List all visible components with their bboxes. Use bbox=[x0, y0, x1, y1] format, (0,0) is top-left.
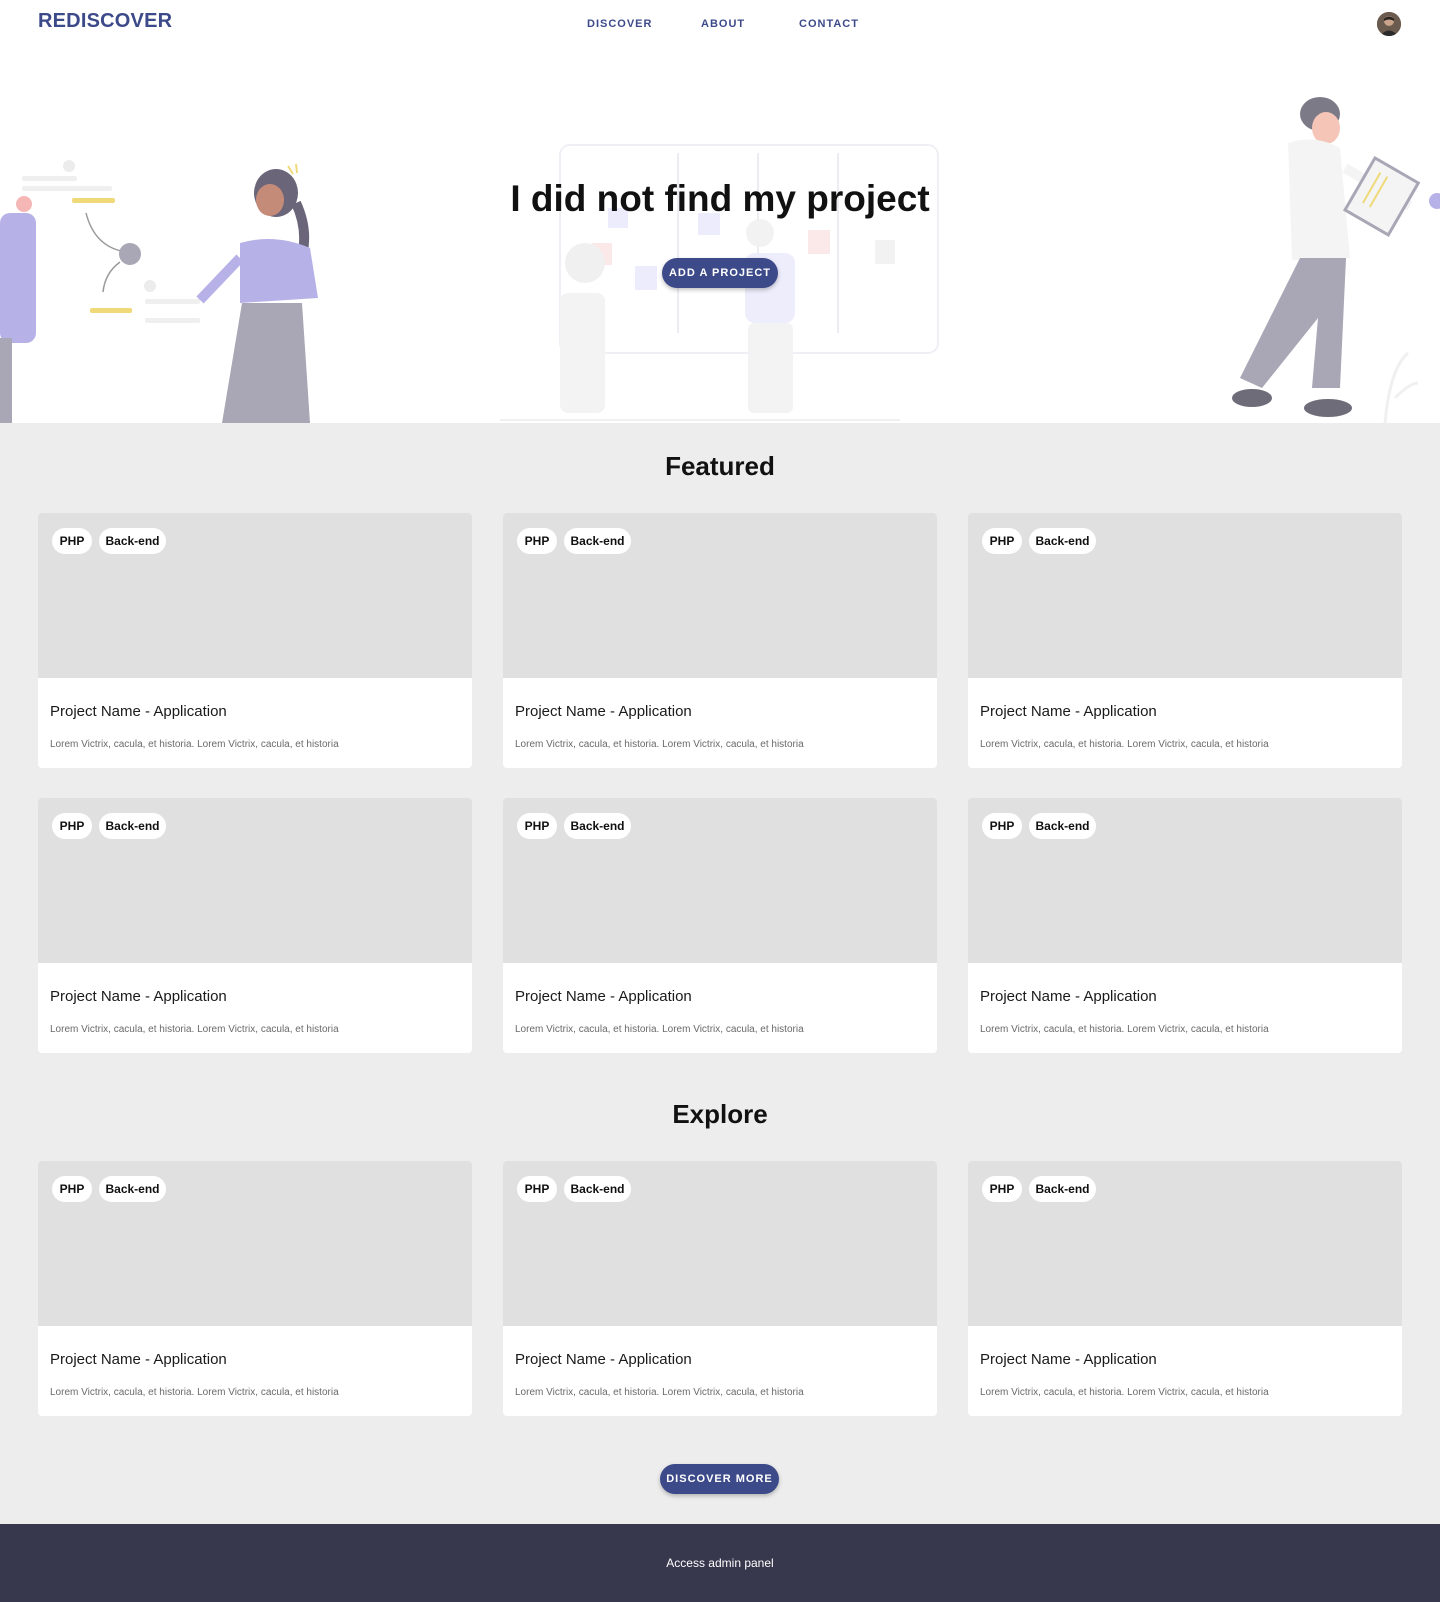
project-name[interactable]: Project Name - Application bbox=[515, 1351, 692, 1368]
project-name[interactable]: Project Name - Application bbox=[515, 703, 692, 720]
tag-back-end[interactable]: Back-end bbox=[99, 813, 166, 839]
project-thumbnail: PHP Back-end bbox=[968, 513, 1402, 678]
project-description: Lorem Victrix, cacula, et historia. Lore… bbox=[980, 1387, 1269, 1398]
project-thumbnail: PHP Back-end bbox=[38, 513, 472, 678]
explore-section-title: Explore bbox=[672, 1099, 768, 1129]
project-name[interactable]: Project Name - Application bbox=[980, 988, 1157, 1005]
hero-section: I did not find my project ADD A PROJECT bbox=[0, 48, 1440, 423]
project-card[interactable]: PHP Back-end Project Name - Application … bbox=[968, 513, 1402, 768]
nav-discover-link[interactable]: DISCOVER bbox=[587, 18, 652, 30]
tag-back-end[interactable]: Back-end bbox=[99, 1176, 166, 1202]
tag-back-end[interactable]: Back-end bbox=[564, 813, 631, 839]
project-description: Lorem Victrix, cacula, et historia. Lore… bbox=[50, 1387, 339, 1398]
project-thumbnail: PHP Back-end bbox=[968, 1161, 1402, 1326]
project-card[interactable]: PHP Back-end Project Name - Application … bbox=[503, 513, 937, 768]
tag-php[interactable]: PHP bbox=[982, 1176, 1022, 1202]
tag-php[interactable]: PHP bbox=[982, 813, 1022, 839]
tag-back-end[interactable]: Back-end bbox=[1029, 528, 1096, 554]
tag-back-end[interactable]: Back-end bbox=[1029, 1176, 1096, 1202]
tag-back-end[interactable]: Back-end bbox=[564, 1176, 631, 1202]
admin-panel-link[interactable]: Access admin panel bbox=[0, 1556, 1440, 1570]
project-thumbnail: PHP Back-end bbox=[38, 798, 472, 963]
hero-illustration bbox=[0, 97, 1440, 423]
hero-title: I did not find my project bbox=[510, 178, 930, 219]
tag-php[interactable]: PHP bbox=[517, 813, 557, 839]
project-name[interactable]: Project Name - Application bbox=[50, 988, 227, 1005]
nav-about-link[interactable]: ABOUT bbox=[701, 18, 745, 30]
project-description: Lorem Victrix, cacula, et historia. Lore… bbox=[50, 739, 339, 750]
discover-more-button[interactable]: DISCOVER MORE bbox=[660, 1464, 779, 1494]
project-description: Lorem Victrix, cacula, et historia. Lore… bbox=[515, 1024, 804, 1035]
tag-php[interactable]: PHP bbox=[982, 528, 1022, 554]
project-name[interactable]: Project Name - Application bbox=[50, 703, 227, 720]
tag-php[interactable]: PHP bbox=[52, 813, 92, 839]
project-description: Lorem Victrix, cacula, et historia. Lore… bbox=[515, 739, 804, 750]
main-nav: DISCOVER ABOUT CONTACT bbox=[0, 18, 1440, 34]
project-thumbnail: PHP Back-end bbox=[503, 1161, 937, 1326]
project-card[interactable]: PHP Back-end Project Name - Application … bbox=[38, 1161, 472, 1416]
project-card[interactable]: PHP Back-end Project Name - Application … bbox=[503, 798, 937, 1053]
project-description: Lorem Victrix, cacula, et historia. Lore… bbox=[50, 1024, 339, 1035]
project-card[interactable]: PHP Back-end Project Name - Application … bbox=[503, 1161, 937, 1416]
footer: Access admin panel bbox=[0, 1524, 1440, 1602]
user-avatar[interactable] bbox=[1377, 12, 1401, 36]
add-project-button[interactable]: ADD A PROJECT bbox=[662, 258, 778, 288]
project-name[interactable]: Project Name - Application bbox=[980, 703, 1157, 720]
top-navigation-bar: REDISCOVER DISCOVER ABOUT CONTACT bbox=[0, 0, 1440, 48]
project-name[interactable]: Project Name - Application bbox=[980, 1351, 1157, 1368]
nav-contact-link[interactable]: CONTACT bbox=[799, 18, 859, 30]
project-card[interactable]: PHP Back-end Project Name - Application … bbox=[38, 513, 472, 768]
tag-back-end[interactable]: Back-end bbox=[564, 528, 631, 554]
project-name[interactable]: Project Name - Application bbox=[515, 988, 692, 1005]
tag-php[interactable]: PHP bbox=[517, 1176, 557, 1202]
project-thumbnail: PHP Back-end bbox=[503, 513, 937, 678]
project-card[interactable]: PHP Back-end Project Name - Application … bbox=[968, 798, 1402, 1053]
tag-back-end[interactable]: Back-end bbox=[99, 528, 166, 554]
featured-section-title: Featured bbox=[665, 451, 775, 481]
project-description: Lorem Victrix, cacula, et historia. Lore… bbox=[515, 1387, 804, 1398]
project-thumbnail: PHP Back-end bbox=[38, 1161, 472, 1326]
project-name[interactable]: Project Name - Application bbox=[50, 1351, 227, 1368]
tag-back-end[interactable]: Back-end bbox=[1029, 813, 1096, 839]
tag-php[interactable]: PHP bbox=[52, 1176, 92, 1202]
project-thumbnail: PHP Back-end bbox=[503, 798, 937, 963]
project-description: Lorem Victrix, cacula, et historia. Lore… bbox=[980, 739, 1269, 750]
project-thumbnail: PHP Back-end bbox=[968, 798, 1402, 963]
project-description: Lorem Victrix, cacula, et historia. Lore… bbox=[980, 1024, 1269, 1035]
project-card[interactable]: PHP Back-end Project Name - Application … bbox=[38, 798, 472, 1053]
tag-php[interactable]: PHP bbox=[52, 528, 92, 554]
tag-php[interactable]: PHP bbox=[517, 528, 557, 554]
project-card[interactable]: PHP Back-end Project Name - Application … bbox=[968, 1161, 1402, 1416]
avatar-image bbox=[1377, 12, 1401, 36]
